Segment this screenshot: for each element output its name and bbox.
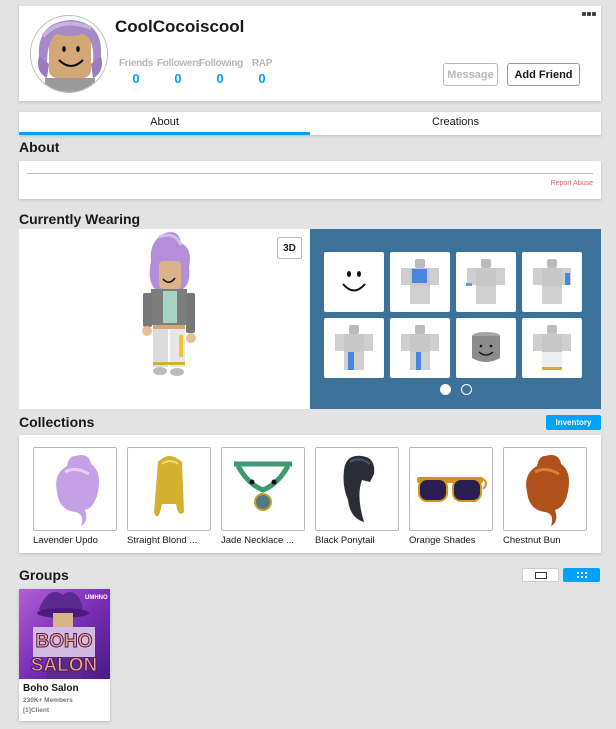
collection-item[interactable]: Orange Shades — [409, 447, 493, 546]
profile-tabs: About Creations — [19, 112, 601, 135]
divider — [27, 173, 593, 174]
wearing-items-grid — [324, 252, 582, 378]
stat-label: Followers — [157, 58, 201, 69]
wearing-item-shirt[interactable] — [390, 252, 450, 312]
wearing-items-panel — [310, 229, 601, 409]
collection-item[interactable]: Black Ponytail — [315, 447, 399, 546]
group-card[interactable]: UMHNO BOHO SALON Boho Salon 230K+ Member… — [19, 589, 110, 721]
collection-name: Lavender Updo — [33, 535, 98, 546]
collection-thumbnail — [127, 447, 211, 531]
profile-header: CoolCocoiscool Friends 0 Followers 0 Fol… — [19, 6, 601, 101]
stat-value: 0 — [216, 71, 224, 86]
group-badge: UMHNO — [85, 595, 108, 601]
stat-rap[interactable]: RAP 0 — [241, 58, 283, 86]
collection-thumbnail — [33, 447, 117, 531]
collections-list: Lavender Updo Straight Blond ... Jade Ne… — [33, 447, 587, 546]
group-role: [1]Client — [23, 707, 49, 714]
group-image-text-top: BOHO — [36, 631, 93, 652]
page-dot-2[interactable] — [461, 384, 472, 395]
collections-title: Collections — [19, 414, 95, 430]
collection-thumbnail — [221, 447, 305, 531]
avatar-3d-image — [142, 232, 196, 376]
tab-creations[interactable]: Creations — [310, 112, 601, 135]
wearing-item-sleeve[interactable] — [522, 252, 582, 312]
username: CoolCocoiscool — [115, 17, 245, 36]
currently-wearing-title: Currently Wearing — [19, 211, 141, 227]
single-view-button[interactable] — [522, 568, 559, 582]
collection-name: Black Ponytail — [315, 535, 375, 546]
avatar-preview: 3D — [19, 229, 310, 409]
collection-name: Straight Blond ... — [127, 535, 198, 546]
add-friend-button[interactable]: Add Friend — [507, 63, 580, 86]
group-thumbnail: UMHNO BOHO SALON — [19, 589, 110, 679]
stat-followers[interactable]: Followers 0 — [157, 58, 201, 86]
stat-label: Following — [199, 58, 243, 69]
tab-about[interactable]: About — [19, 112, 310, 135]
groups-title: Groups — [19, 567, 69, 583]
stat-label: RAP — [251, 58, 273, 69]
collection-item[interactable]: Chestnut Bun — [503, 447, 587, 546]
stat-value: 0 — [132, 71, 140, 86]
collection-thumbnail — [503, 447, 587, 531]
collection-thumbnail — [409, 447, 493, 531]
about-title: About — [19, 139, 60, 155]
wearing-item-pants[interactable] — [324, 318, 384, 378]
avatar[interactable] — [30, 15, 108, 93]
wearing-item-white-pants[interactable] — [522, 318, 582, 378]
report-abuse-link[interactable]: Report Abuse — [551, 180, 593, 187]
toggle-3d-button[interactable]: 3D — [277, 237, 302, 259]
collection-item[interactable]: Lavender Updo — [33, 447, 117, 546]
stat-label: Friends — [118, 58, 154, 69]
inventory-button[interactable]: Inventory — [546, 415, 601, 430]
grid-view-button[interactable] — [563, 568, 600, 582]
collection-name: Orange Shades — [409, 535, 476, 546]
collections-card: Lavender Updo Straight Blond ... Jade Ne… — [19, 435, 601, 553]
group-members: 230K+ Members — [23, 697, 73, 704]
collection-item[interactable]: Jade Necklace ... — [221, 447, 305, 546]
collection-item[interactable]: Straight Blond ... — [127, 447, 211, 546]
wearing-item-accessory[interactable] — [456, 252, 516, 312]
wearing-item-head[interactable] — [456, 318, 516, 378]
wearing-item-pants-2[interactable] — [390, 318, 450, 378]
collection-name: Jade Necklace ... — [221, 535, 294, 546]
stat-friends[interactable]: Friends 0 — [115, 58, 157, 86]
page-dot-1[interactable] — [440, 384, 451, 395]
collection-thumbnail — [315, 447, 399, 531]
group-image-text-bottom: SALON — [31, 655, 98, 676]
stat-value: 0 — [174, 71, 182, 86]
stat-following[interactable]: Following 0 — [199, 58, 243, 86]
wearing-item-face[interactable] — [324, 252, 384, 312]
collection-name: Chestnut Bun — [503, 535, 561, 546]
currently-wearing-panel: 3D — [19, 229, 601, 409]
group-name: Boho Salon — [23, 683, 79, 694]
about-card: Report Abuse — [19, 161, 601, 199]
message-button[interactable]: Message — [443, 63, 498, 86]
stat-value: 0 — [258, 71, 266, 86]
more-options-icon[interactable] — [582, 12, 596, 16]
carousel-pagination — [440, 384, 472, 395]
groups-view-toggle — [522, 568, 600, 582]
profile-stats: Friends 0 Followers 0 Following 0 RAP 0 — [115, 58, 283, 86]
